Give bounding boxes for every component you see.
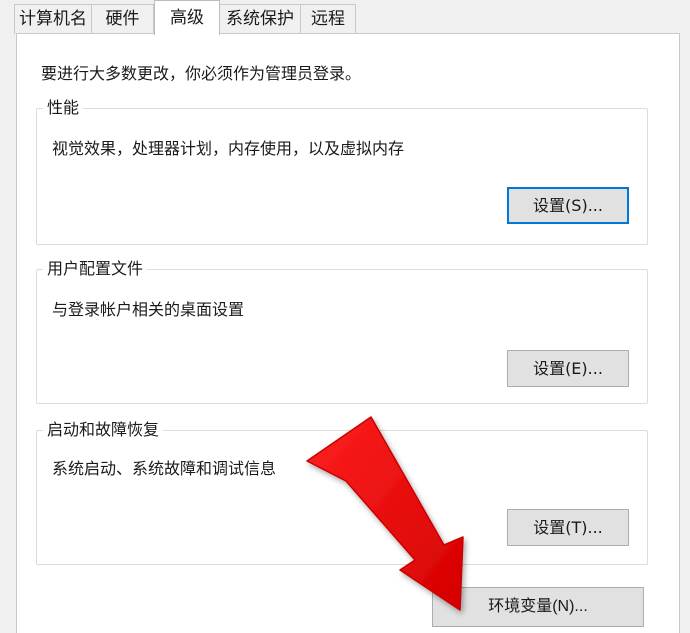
startup-recovery-group-title: 启动和故障恢复 (43, 419, 164, 441)
tab-hardware[interactable]: 硬件 (91, 4, 154, 34)
user-profiles-settings-button[interactable]: 设置(E)... (507, 350, 629, 387)
tab-strip: 计算机名 硬件 高级 系统保护 远程 (0, 0, 690, 35)
performance-group-title: 性能 (43, 97, 84, 119)
tab-remote[interactable]: 远程 (300, 4, 356, 34)
startup-recovery-settings-button[interactable]: 设置(T)... (507, 509, 629, 546)
performance-settings-button[interactable]: 设置(S)... (507, 187, 629, 224)
user-profiles-group-title: 用户配置文件 (43, 258, 148, 280)
user-profiles-group: 用户配置文件 与登录帐户相关的桌面设置 设置(E)... (36, 258, 648, 404)
startup-recovery-group: 启动和故障恢复 系统启动、系统故障和调试信息 设置(T)... (36, 419, 648, 565)
user-profiles-description: 与登录帐户相关的桌面设置 (52, 300, 245, 319)
performance-group: 性能 视觉效果，处理器计划，内存使用，以及虚拟内存 设置(S)... (36, 97, 648, 245)
tab-advanced[interactable]: 高级 (154, 0, 220, 35)
performance-description: 视觉效果，处理器计划，内存使用，以及虚拟内存 (52, 139, 405, 158)
startup-recovery-description: 系统启动、系统故障和调试信息 (52, 459, 277, 478)
tab-computer-name[interactable]: 计算机名 (14, 4, 92, 34)
admin-notice: 要进行大多数更改，你必须作为管理员登录。 (41, 64, 362, 83)
tab-system-protection[interactable]: 系统保护 (219, 4, 301, 34)
system-properties-dialog: 计算机名 硬件 高级 系统保护 远程 要进行大多数更改，你必须作为管理员登录。 … (0, 0, 690, 633)
environment-variables-button[interactable]: 环境变量(N)... (432, 587, 644, 627)
